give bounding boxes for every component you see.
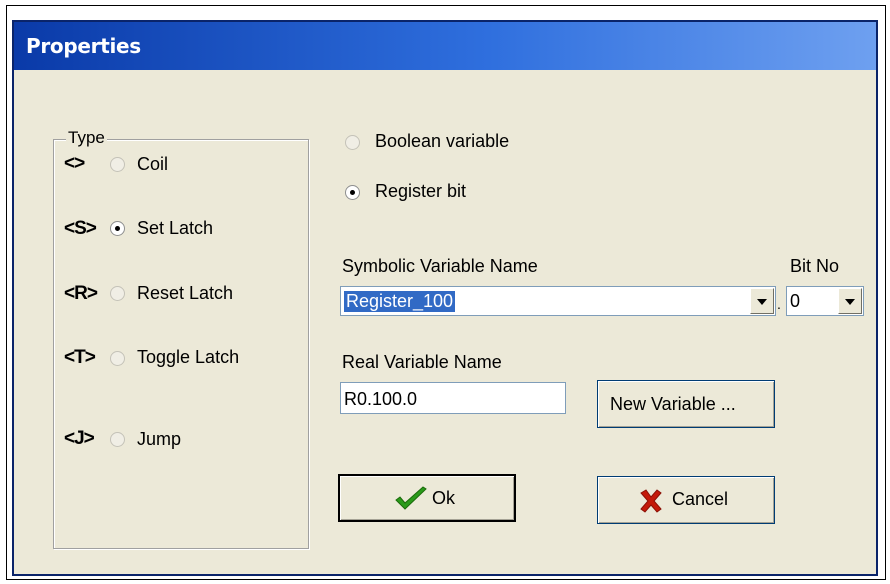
cancel-button[interactable]: Cancel bbox=[597, 476, 775, 524]
check-icon bbox=[395, 486, 427, 510]
reset-latch-label[interactable]: Reset Latch bbox=[137, 283, 233, 304]
boolean-variable-radio[interactable] bbox=[345, 135, 360, 150]
set-latch-radio[interactable] bbox=[110, 221, 125, 236]
toggle-latch-radio[interactable] bbox=[110, 351, 125, 366]
title-bar[interactable]: Properties bbox=[14, 22, 876, 70]
type-group-label: Type bbox=[66, 128, 107, 148]
jump-label[interactable]: Jump bbox=[137, 429, 181, 450]
set-latch-glyph-icon: <S> bbox=[64, 218, 97, 239]
jump-glyph-icon: <J> bbox=[64, 428, 95, 449]
set-latch-label[interactable]: Set Latch bbox=[137, 218, 213, 239]
toggle-latch-glyph-icon: <T> bbox=[64, 347, 96, 368]
bit-no-combobox[interactable]: 0 bbox=[786, 286, 864, 316]
bit-no-dropdown-arrow-icon[interactable] bbox=[838, 288, 862, 314]
coil-radio[interactable] bbox=[110, 157, 125, 172]
bit-no-label: Bit No bbox=[790, 256, 840, 276]
bit-separator: . bbox=[777, 296, 781, 312]
real-variable-value: R0.100.0 bbox=[344, 389, 418, 409]
properties-dialog: Properties Type <> Coil <S> Set Latch <R… bbox=[12, 20, 878, 576]
boolean-variable-label[interactable]: Boolean variable bbox=[375, 131, 509, 152]
real-variable-input[interactable]: R0.100.0 bbox=[340, 382, 566, 414]
x-icon bbox=[640, 489, 662, 513]
bit-no-value: 0 bbox=[790, 291, 801, 311]
coil-label[interactable]: Coil bbox=[137, 154, 168, 175]
jump-radio[interactable] bbox=[110, 432, 125, 447]
toggle-latch-label[interactable]: Toggle Latch bbox=[137, 347, 239, 368]
ok-label: Ok bbox=[432, 488, 456, 508]
symbolic-variable-label: Symbolic Variable Name bbox=[342, 256, 538, 276]
coil-glyph-icon: <> bbox=[64, 153, 85, 174]
symbolic-variable-value: Register_100 bbox=[344, 291, 456, 312]
cancel-label: Cancel bbox=[672, 489, 729, 509]
dialog-title: Properties bbox=[26, 34, 141, 58]
dialog-body: Type <> Coil <S> Set Latch <R> Reset Lat… bbox=[14, 70, 876, 574]
symbolic-dropdown-arrow-icon[interactable] bbox=[750, 288, 774, 314]
reset-latch-glyph-icon: <R> bbox=[64, 283, 98, 304]
ok-button[interactable]: Ok bbox=[338, 474, 516, 522]
symbolic-variable-combobox[interactable]: Register_100 bbox=[340, 286, 776, 316]
register-bit-radio[interactable] bbox=[345, 185, 360, 200]
new-variable-label: New Variable ... bbox=[610, 394, 736, 414]
reset-latch-radio[interactable] bbox=[110, 286, 125, 301]
register-bit-label[interactable]: Register bit bbox=[375, 181, 466, 202]
real-variable-label: Real Variable Name bbox=[342, 352, 502, 372]
type-groupbox bbox=[53, 139, 309, 549]
new-variable-button[interactable]: New Variable ... bbox=[597, 380, 775, 428]
